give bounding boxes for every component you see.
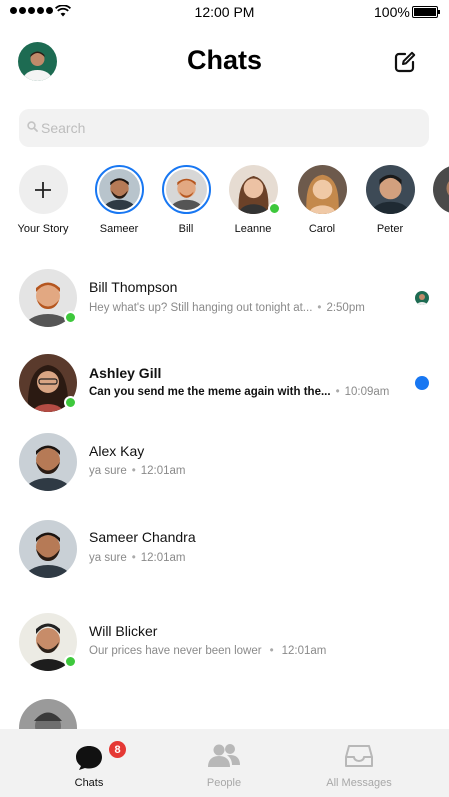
story-label: Sameer	[99, 223, 139, 235]
avatar	[165, 169, 207, 210]
chat-row-bill-thompson[interactable]: Bill Thompson Hey what's up? Still hangi…	[0, 263, 449, 333]
story-sameer[interactable]: Sameer	[89, 163, 149, 235]
chat-row-will-blicker[interactable]: Will Blicker Our prices have never been …	[0, 610, 449, 680]
tab-all-messages[interactable]: All Messages	[284, 729, 434, 797]
story-bill[interactable]: Bill	[156, 163, 216, 235]
people-icon	[208, 744, 240, 767]
story-label: Bill	[178, 223, 194, 235]
story-ring	[161, 165, 211, 214]
story-ring	[94, 165, 144, 214]
tab-people[interactable]: People	[149, 729, 299, 797]
story-ring	[432, 165, 449, 214]
page-title: Chats	[186, 45, 262, 75]
chat-name: Alex Kay	[89, 443, 145, 459]
story-label: Leanne	[234, 223, 272, 235]
status-bar: 12:00 PM 100%	[0, 0, 449, 24]
unread-count-badge: 8	[108, 740, 127, 759]
compose-icon	[394, 51, 416, 73]
compose-button[interactable]	[392, 49, 418, 75]
tab-label: All Messages	[326, 777, 392, 789]
search-bar[interactable]	[19, 109, 429, 147]
avatar	[19, 433, 77, 491]
stories-row: Your Story Sameer Bill Leanne Carol Pete…	[0, 163, 449, 243]
battery-percent: 100%	[374, 4, 410, 20]
chat-bubble-icon	[76, 746, 102, 770]
inbox-icon	[345, 745, 373, 767]
search-input[interactable]	[41, 109, 411, 147]
avatar	[98, 169, 140, 210]
story-ring	[228, 165, 281, 215]
avatar	[19, 520, 77, 578]
avatar	[297, 165, 347, 214]
tab-label: Chats	[74, 777, 104, 789]
story-peter[interactable]: Peter	[360, 163, 420, 235]
story-carol[interactable]: Carol	[292, 163, 352, 235]
story-your-story[interactable]: Your Story	[13, 163, 73, 235]
tab-chats[interactable]: 8 Chats	[14, 729, 164, 797]
online-indicator	[64, 396, 77, 409]
story-leanne[interactable]: Leanne	[223, 163, 283, 235]
chat-preview: Can you send me the meme again with the.…	[89, 386, 390, 398]
story-ring	[365, 165, 415, 214]
search-icon	[27, 121, 38, 132]
battery-icon	[412, 6, 440, 18]
chat-row-ashley-gill[interactable]: Ashley Gill Can you send me the meme aga…	[0, 349, 449, 419]
seen-avatar	[415, 291, 429, 305]
chat-preview: ya sure • 12:01am	[89, 465, 186, 477]
online-indicator	[64, 311, 77, 324]
avatar	[365, 165, 415, 214]
story-label: Carol	[308, 223, 336, 235]
story-ring	[297, 165, 347, 214]
online-indicator	[267, 202, 281, 215]
story-partial[interactable]	[427, 163, 449, 214]
chat-preview: Hey what's up? Still hanging out tonight…	[89, 302, 365, 314]
tab-bar: 8 Chats People All Messages	[0, 729, 449, 797]
chat-row-sameer-chandra[interactable]: Sameer Chandra ya sure • 12:01am	[0, 517, 449, 587]
chat-name: Will Blicker	[89, 623, 158, 639]
chat-row-partial[interactable]	[0, 698, 449, 729]
chat-preview: Our prices have never been lower • 12:01am	[89, 645, 327, 657]
avatar	[19, 699, 77, 729]
story-label: Peter	[376, 223, 404, 235]
chat-name: Ashley Gill	[89, 365, 162, 381]
tab-label: People	[206, 777, 242, 789]
online-indicator	[64, 655, 77, 668]
avatar	[432, 165, 449, 214]
plus-icon	[35, 181, 51, 198]
chat-row-alex-kay[interactable]: Alex Kay ya sure • 12:01am	[0, 430, 449, 500]
chat-name: Bill Thompson	[89, 279, 178, 295]
chat-name: Sameer Chandra	[89, 529, 196, 545]
story-label: Your Story	[17, 223, 69, 235]
chat-preview: ya sure • 12:01am	[89, 552, 186, 564]
add-story-button[interactable]	[18, 165, 68, 214]
unread-indicator	[415, 376, 429, 390]
